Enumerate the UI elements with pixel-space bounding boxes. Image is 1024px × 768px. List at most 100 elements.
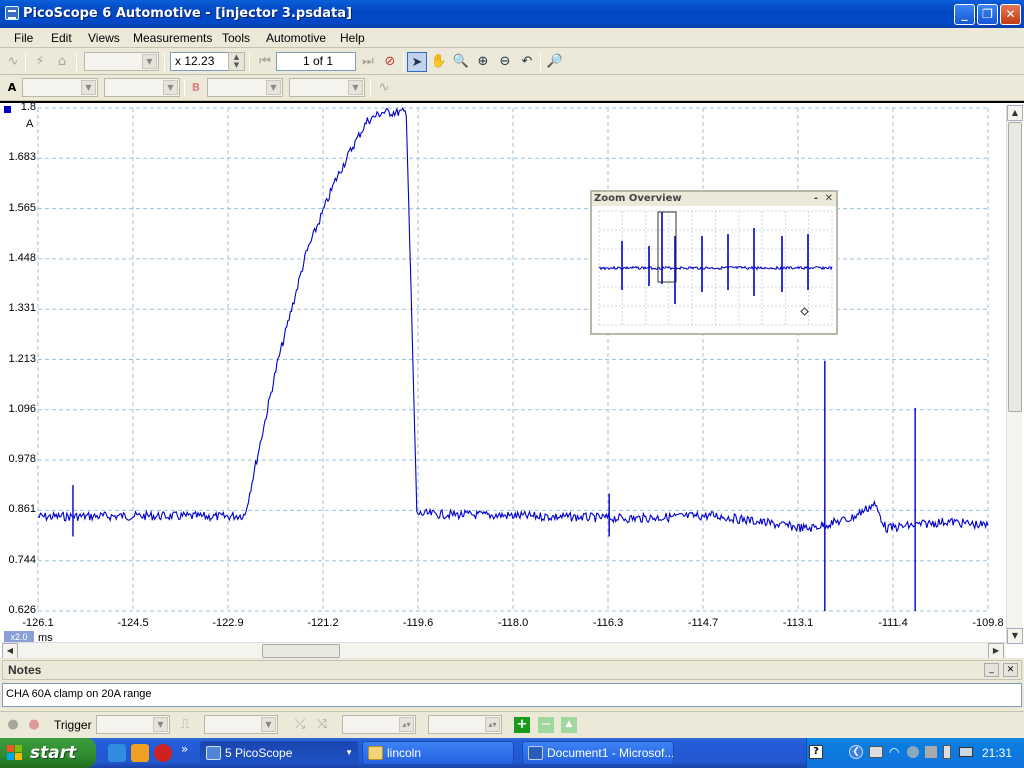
stop-icon[interactable]: ● <box>24 715 44 735</box>
zoom-overview-icon[interactable]: 🔎 <box>545 52 565 72</box>
notes-textarea[interactable]: CHA 60A clamp on 20A range <box>2 683 1022 707</box>
outlook-icon[interactable] <box>131 744 149 762</box>
picoscope-app-icon[interactable] <box>5 6 19 20</box>
y-tick-label: 0.744 <box>8 553 36 566</box>
zoom-overview-minimize-button[interactable]: - <box>814 192 818 206</box>
scope-view[interactable]: A 1.8 1.683 1.565 1.448 1.331 1.213 1.096 0.978… <box>0 101 1024 659</box>
close-button[interactable]: ✕ <box>1000 4 1021 25</box>
menu-tools[interactable]: Tools <box>222 31 250 45</box>
channel-b-button[interactable]: B <box>186 78 206 98</box>
notes-title: Notes <box>8 663 42 677</box>
page-field[interactable]: 1 of 1 <box>276 52 356 71</box>
signal-icon[interactable]: ∿ <box>3 52 23 72</box>
menu-bar: File Edit Views Measurements Tools Autom… <box>0 28 1024 48</box>
title-bar[interactable]: PicoScope 6 Automotive - [injector 3.psd… <box>0 0 1024 28</box>
taskbar-item-word[interactable]: Document1 - Microsof... <box>522 741 674 765</box>
channel-a-range-select[interactable]: ▼ <box>22 78 98 97</box>
volume-icon[interactable] <box>907 746 919 758</box>
vertical-scroll-thumb[interactable] <box>1008 122 1022 412</box>
start-label: start <box>30 743 77 763</box>
compass-icon[interactable]: ⊘ <box>380 52 400 72</box>
remove-icon[interactable]: − <box>538 717 554 733</box>
overview-handle-icon[interactable] <box>800 307 809 316</box>
trigger-rising-icon[interactable]: ⤯ <box>290 715 310 735</box>
device-icon[interactable] <box>925 746 937 758</box>
restore-button[interactable]: ❐ <box>977 4 998 25</box>
zoom-overview-panel[interactable]: Zoom Overview - ✕ <box>590 190 838 335</box>
internet-explorer-icon[interactable] <box>108 744 126 762</box>
channel-a-button[interactable]: A <box>2 78 22 98</box>
hand-tool-icon[interactable]: ✋ <box>429 52 449 72</box>
pointer-tool-icon[interactable]: ➤ <box>407 52 427 72</box>
menu-edit[interactable]: Edit <box>51 31 72 45</box>
menu-help[interactable]: Help <box>340 31 365 45</box>
channel-b-coupling-select[interactable]: ▼ <box>289 78 365 97</box>
show-hidden-icons-icon[interactable]: ❮ <box>849 745 863 759</box>
minimize-button[interactable]: _ <box>954 4 975 25</box>
network-icon[interactable] <box>869 746 883 758</box>
help-icon[interactable]: ? <box>809 745 823 759</box>
first-page-icon[interactable]: ⏮ <box>255 52 275 72</box>
trigger-toolbar: ● ● Trigger ▼ ⎍ ▼ ⤯ ⤨ ▴▾ ▴▾ + − ▲ <box>0 711 1024 737</box>
scroll-left-icon[interactable]: ◀ <box>2 643 18 659</box>
spinner-icon: ▴▾ <box>399 717 414 732</box>
taskbar-item-picoscope[interactable]: 5 PicoScope ▼ <box>200 741 358 765</box>
scroll-right-icon[interactable]: ▶ <box>988 643 1004 659</box>
media-player-icon[interactable] <box>154 744 172 762</box>
menu-measurements[interactable]: Measurements <box>133 31 212 45</box>
taskbar-item-lincoln[interactable]: lincoln <box>362 741 514 765</box>
y-tick-label: 1.565 <box>8 201 36 214</box>
zoom-area-icon[interactable]: 🔍 <box>451 52 471 72</box>
zoom-overview-label: Zoom Overview <box>594 193 682 204</box>
add-icon[interactable]: + <box>514 717 530 733</box>
trigger-source-select[interactable]: ▼ <box>204 715 278 734</box>
y-tick-label: 0.861 <box>8 503 36 516</box>
timebase-select[interactable]: ▼ <box>84 52 159 71</box>
x-tick-label: -114.7 <box>687 617 719 629</box>
zoom-overview-plot[interactable] <box>592 206 836 333</box>
start-button[interactable]: start <box>0 738 96 768</box>
trigger-label: Trigger <box>54 718 92 732</box>
x-tick-label: -126.1 <box>22 617 54 629</box>
quicklaunch-chevron-icon[interactable]: » <box>181 742 188 756</box>
zoom-in-icon[interactable]: ⊕ <box>473 52 493 72</box>
chevron-down-icon: ▼ <box>345 748 353 757</box>
vertical-scrollbar[interactable]: ▲ ▼ <box>1006 105 1023 644</box>
trigger-falling-icon[interactable]: ⤨ <box>312 715 332 735</box>
zoom-overview-close-icon[interactable]: ✕ <box>825 192 833 206</box>
undo-zoom-icon[interactable]: ↶ <box>517 52 537 72</box>
y-tick-label: 1.213 <box>8 352 36 365</box>
run-icon[interactable]: ● <box>3 715 23 735</box>
probe-icon[interactable]: ⚡ <box>30 52 50 72</box>
scroll-down-icon[interactable]: ▼ <box>1007 628 1023 644</box>
channel-b-range-select[interactable]: ▼ <box>207 78 283 97</box>
channel-a-coupling-select[interactable]: ▼ <box>104 78 180 97</box>
zoom-spinner[interactable]: ▲ ▼ <box>228 52 245 71</box>
trigger-position-field[interactable]: ▴▾ <box>428 715 502 734</box>
trigger-threshold-field[interactable]: ▴▾ <box>342 715 416 734</box>
menu-views[interactable]: Views <box>88 31 120 45</box>
math-channel-icon[interactable]: ∿ <box>374 78 394 98</box>
notes-close-icon[interactable]: ✕ <box>1003 663 1018 677</box>
horizontal-scroll-thumb[interactable] <box>262 644 340 658</box>
trigger-mode-select[interactable]: ▼ <box>96 715 170 734</box>
last-page-icon[interactable]: ⏭ <box>358 52 378 72</box>
menu-file[interactable]: File <box>14 31 33 45</box>
properties-icon[interactable]: ▲ <box>561 717 577 733</box>
zoom-factor-input[interactable]: x 12.23 <box>170 52 230 71</box>
wireless-icon[interactable]: ◠ <box>889 745 899 759</box>
menu-automotive[interactable]: Automotive <box>266 31 326 45</box>
waveform-plot[interactable] <box>0 103 1006 642</box>
home-icon[interactable]: ⌂ <box>52 52 72 72</box>
notes-minimize-button[interactable]: _ <box>984 663 999 677</box>
printer-icon[interactable] <box>959 747 973 757</box>
battery-icon[interactable] <box>943 745 951 759</box>
overview-viewport[interactable] <box>657 211 677 283</box>
y-tick-label: 1.096 <box>8 402 36 415</box>
picoscope-icon <box>206 746 221 760</box>
trigger-edge-icon[interactable]: ⎍ <box>175 715 195 735</box>
zoom-out-icon[interactable]: ⊖ <box>495 52 515 72</box>
windows-taskbar: start » 5 PicoScope ▼ lincoln Document1 … <box>0 738 1024 768</box>
scroll-up-icon[interactable]: ▲ <box>1007 105 1023 121</box>
horizontal-scrollbar[interactable]: ◀ ▶ <box>2 642 1006 659</box>
